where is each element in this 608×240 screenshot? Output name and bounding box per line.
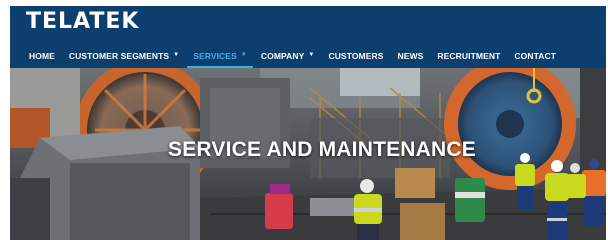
nav-item-home[interactable]: HOME	[29, 44, 55, 68]
nav-item-label: COMPANY	[260, 51, 305, 61]
page: TELATEK HOME CUSTOMER SEGMENTS ▼ SERVICE…	[0, 0, 608, 240]
logo[interactable]: TELATEK	[26, 9, 139, 35]
hero-banner: SERVICE AND MAINTENANCE	[10, 68, 606, 240]
nav-item-label: RECRUITMENT	[437, 51, 501, 61]
nav-item-customers[interactable]: CUSTOMERS	[328, 44, 383, 68]
site-header: TELATEK HOME CUSTOMER SEGMENTS ▼ SERVICE…	[10, 6, 606, 69]
nav-item-recruitment[interactable]: RECRUITMENT	[437, 44, 500, 68]
nav-item-label: CONTACT	[514, 51, 557, 61]
nav-item-label: CUSTOMER SEGMENTS	[68, 51, 170, 61]
main-nav: HOME CUSTOMER SEGMENTS ▼ SERVICES ▼ COMP…	[10, 44, 606, 69]
nav-item-label: NEWS	[397, 51, 424, 61]
caret-down-icon: ▼	[308, 52, 315, 58]
nav-item-label: CUSTOMERS	[328, 51, 384, 61]
nav-item-label: SERVICES	[193, 51, 237, 61]
nav-item-services[interactable]: SERVICES ▼	[187, 44, 253, 69]
nav-item-customer-segments[interactable]: CUSTOMER SEGMENTS ▼	[69, 44, 179, 68]
nav-item-label: HOME	[29, 51, 55, 61]
nav-item-news[interactable]: NEWS	[398, 44, 424, 68]
nav-item-contact[interactable]: CONTACT	[514, 44, 556, 68]
caret-down-icon: ▼	[173, 52, 180, 58]
nav-item-company[interactable]: COMPANY ▼	[261, 44, 315, 68]
hero-title: SERVICE AND MAINTENANCE	[168, 138, 476, 161]
caret-down-icon: ▼	[240, 52, 247, 58]
